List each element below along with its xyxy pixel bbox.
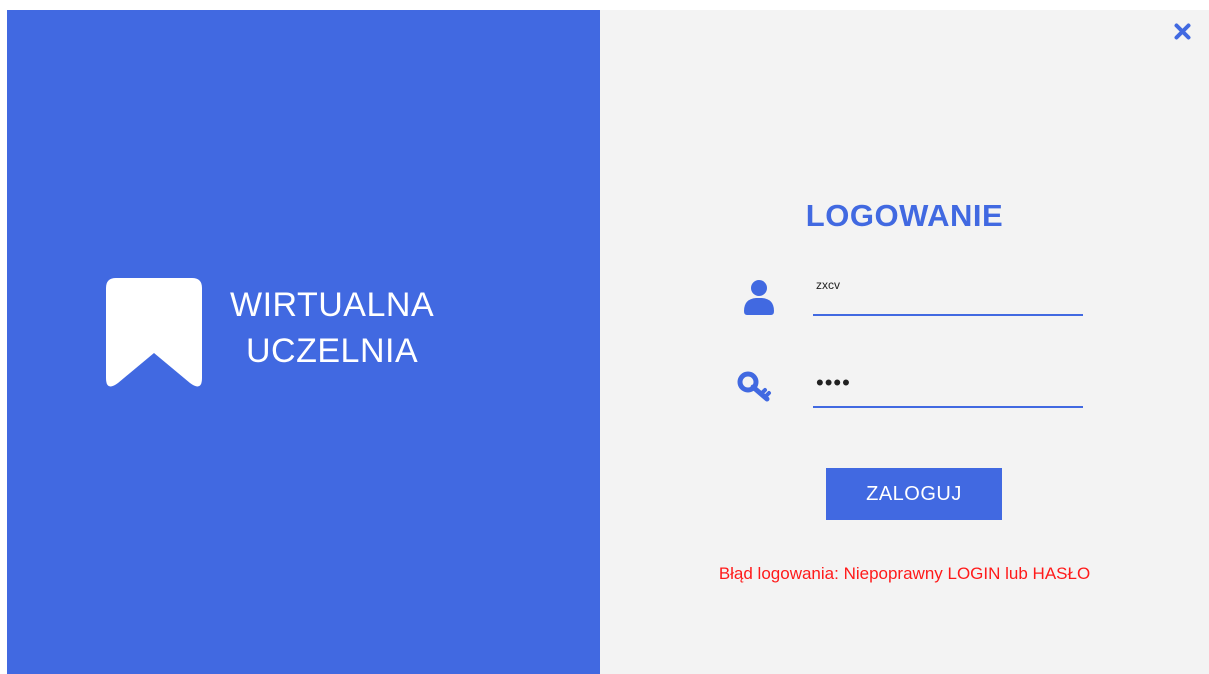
- username-input[interactable]: [813, 278, 1086, 292]
- login-field[interactable]: [813, 272, 1086, 316]
- bookmark-icon: [106, 278, 202, 387]
- login-button[interactable]: ZALOGUJ: [826, 468, 1002, 520]
- error-message: Błąd logowania: Niepoprawny LOGIN lub HA…: [718, 564, 1091, 583]
- page-title: LOGOWANIE: [805, 198, 1004, 233]
- key-icon: [737, 369, 773, 405]
- close-button[interactable]: [1169, 18, 1195, 44]
- password-field[interactable]: [813, 366, 1086, 408]
- password-input[interactable]: [813, 370, 1086, 396]
- brand-name-line2: UCZELNIA: [245, 332, 419, 370]
- brand-name-line1: WIRTUALNA: [230, 286, 435, 324]
- close-icon: [1174, 23, 1190, 39]
- brand: WIRTUALNA UCZELNIA: [106, 278, 434, 390]
- login-panel: LOGOWANIE ZALOGUJ Błąd logowania: Niepop…: [600, 10, 1209, 674]
- brand-panel: WIRTUALNA UCZELNIA: [7, 10, 600, 674]
- user-icon: [741, 279, 777, 315]
- brand-name: WIRTUALNA UCZELNIA: [230, 282, 434, 374]
- login-window: WIRTUALNA UCZELNIA LOGOWANIE zxcv ZALOGU…: [7, 10, 1209, 674]
